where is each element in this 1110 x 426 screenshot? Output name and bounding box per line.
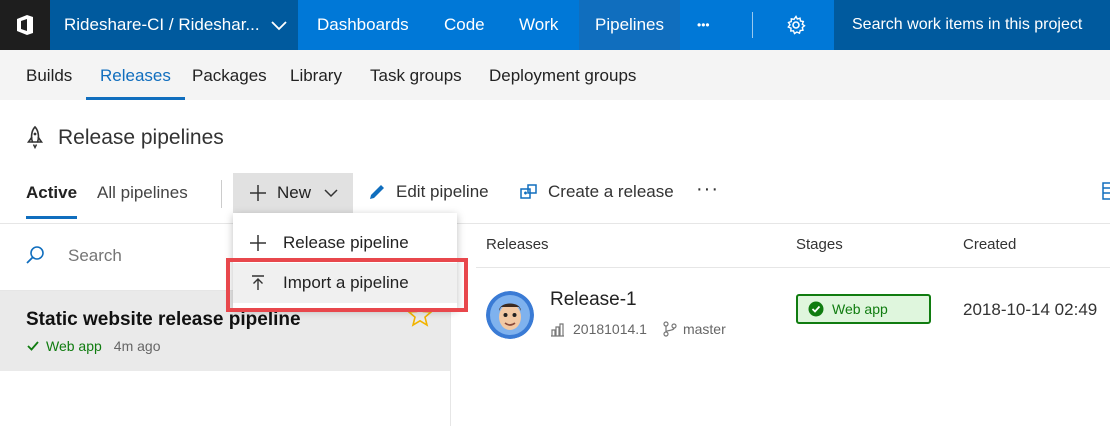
column-header-stages[interactable]: Stages — [796, 236, 843, 253]
pipeline-meta: Web app 4m ago — [26, 338, 160, 354]
gear-icon — [787, 15, 806, 35]
table-header-border — [476, 267, 1110, 268]
chevron-down-icon — [271, 21, 287, 31]
avatar — [486, 291, 534, 339]
branch-icon — [663, 321, 677, 337]
pipeline-search-input[interactable] — [68, 246, 218, 266]
new-button-label: New — [277, 183, 312, 202]
success-check-icon — [808, 301, 824, 317]
pipeline-status-text: Web app — [46, 338, 102, 354]
project-name: Rideshare-CI / Rideshar... — [64, 15, 260, 34]
azure-devops-logo-icon[interactable] — [0, 0, 50, 50]
pipeline-name: Static website release pipeline — [26, 309, 301, 330]
nav-dashboards[interactable]: Dashboards — [317, 0, 409, 50]
release-name[interactable]: Release-1 — [550, 289, 637, 311]
nav-code[interactable]: Code — [444, 0, 485, 50]
subtab-packages[interactable]: Packages — [192, 50, 267, 100]
top-bar: Rideshare-CI / Rideshar... Dashboards Co… — [0, 0, 1110, 50]
subtab-releases[interactable]: Releases — [86, 50, 185, 100]
pipeline-time: 4m ago — [113, 338, 161, 354]
project-selector[interactable]: Rideshare-CI / Rideshar... — [50, 0, 298, 50]
create-release-button[interactable]: Create a release — [520, 182, 674, 202]
highlight-annotation — [226, 258, 468, 312]
release-meta: 20181014.1 master — [550, 321, 726, 337]
pipeline-status: Web app — [26, 338, 102, 354]
more-actions-button[interactable]: ··· — [696, 178, 719, 201]
nav-pipelines[interactable]: Pipelines — [579, 0, 680, 50]
sub-nav: Builds Releases Packages Library Task gr… — [0, 50, 1110, 100]
create-release-label: Create a release — [548, 182, 674, 201]
view-options-icon[interactable] — [1100, 180, 1110, 202]
search-icon — [26, 246, 44, 264]
edit-pipeline-label: Edit pipeline — [396, 182, 489, 201]
subtab-library[interactable]: Library — [290, 50, 342, 100]
menu-item-label: Release pipeline — [283, 233, 409, 252]
plus-icon — [250, 235, 266, 251]
branch-name: master — [682, 321, 726, 337]
subtab-task-groups[interactable]: Task groups — [370, 50, 462, 100]
subtab-deployment-groups[interactable]: Deployment groups — [489, 50, 636, 100]
work-item-search[interactable]: Search work items in this project — [834, 0, 1110, 50]
stage-status-badge[interactable]: Web app — [796, 294, 931, 324]
stage-name: Web app — [832, 301, 888, 317]
subtab-builds[interactable]: Builds — [26, 50, 72, 100]
new-button[interactable]: New — [233, 173, 353, 213]
pencil-icon — [370, 185, 384, 199]
top-divider — [752, 12, 753, 38]
toolbar-divider — [221, 180, 222, 208]
release-icon — [520, 184, 537, 199]
nav-work[interactable]: Work — [519, 0, 558, 50]
toolbar-bottom-border — [0, 223, 1110, 224]
release-created-date: 2018-10-14 02:49 — [963, 300, 1098, 319]
build-icon — [551, 322, 564, 337]
edit-pipeline-button[interactable]: Edit pipeline — [368, 182, 489, 202]
page-title: Release pipelines — [58, 126, 224, 149]
plus-icon — [250, 185, 266, 201]
rocket-icon — [26, 125, 44, 150]
column-header-created[interactable]: Created — [963, 236, 1016, 253]
menu-item-release-pipeline[interactable]: Release pipeline — [233, 223, 457, 263]
tab-active[interactable]: Active — [26, 183, 78, 219]
tab-all-pipelines[interactable]: All pipelines — [97, 183, 188, 203]
chevron-down-icon — [324, 189, 338, 198]
column-header-releases[interactable]: Releases — [486, 236, 549, 253]
more-nav-button[interactable]: ••• — [697, 0, 710, 50]
check-icon — [27, 341, 39, 351]
settings-button[interactable] — [786, 0, 806, 50]
build-number: 20181014.1 — [573, 321, 647, 337]
